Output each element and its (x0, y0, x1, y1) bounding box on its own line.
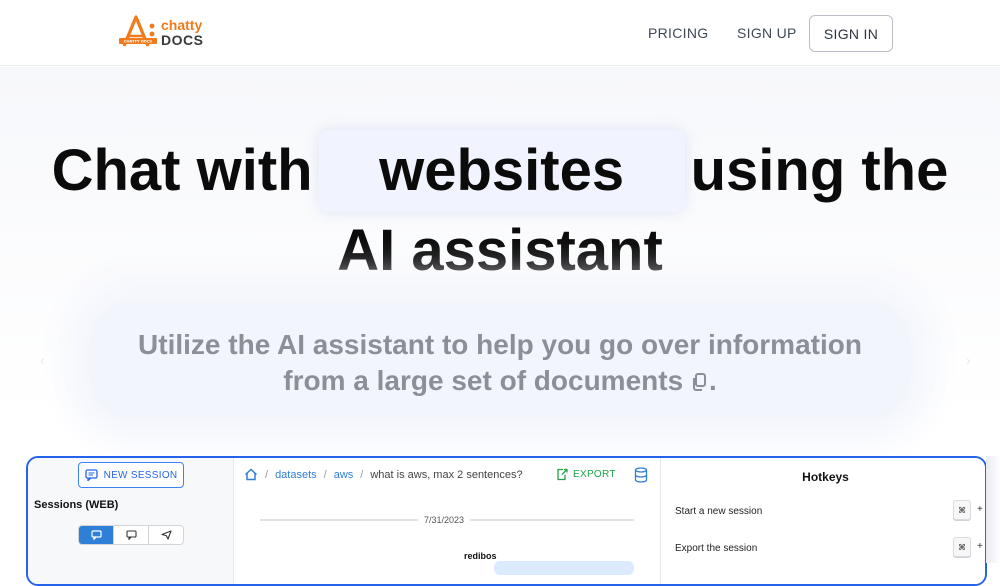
chevron-left-icon: ‹ (40, 352, 45, 368)
edge-shadow (986, 456, 1000, 563)
key-plus: + (977, 504, 983, 515)
headline-before: Chat with (51, 138, 313, 203)
key-cmd: ⌘ (953, 537, 971, 557)
subtitle-line2: from a large set of documents (283, 365, 684, 396)
chat-icon (90, 530, 102, 540)
breadcrumb-separator: / (265, 468, 269, 481)
hotkeys-panel: Hotkeys Start a new session ⌘ + S Export… (660, 458, 985, 584)
seg-send[interactable] (149, 526, 183, 544)
subtitle-line1: Utilize the AI assistant to help you go … (138, 329, 862, 360)
comments-icon (125, 530, 137, 540)
hero-headline: Chat with websites using the AI assistan… (0, 130, 1000, 290)
new-session-button[interactable]: NEW SESSION (78, 462, 184, 488)
breadcrumb-separator: / (323, 468, 327, 481)
hotkey-label: Start a new session (675, 506, 763, 517)
breadcrumb-aws[interactable]: aws (334, 469, 354, 481)
seg-chat[interactable] (79, 526, 114, 544)
breadcrumb-datasets[interactable]: datasets (275, 469, 317, 481)
logo-a-icon: CHATTY DOCS (119, 15, 157, 47)
key-cmd: ⌘ (953, 500, 971, 520)
nav-signup-link[interactable]: SIGN UP (737, 25, 797, 41)
database-icon[interactable] (634, 467, 648, 483)
breadcrumb-separator: / (360, 468, 364, 481)
rotating-word: websites (318, 130, 685, 212)
home-icon[interactable] (244, 468, 258, 481)
copy-icon (692, 373, 706, 391)
seg-comments[interactable] (114, 526, 149, 544)
export-icon (557, 468, 568, 481)
send-icon (160, 530, 172, 540)
hotkey-label: Export the session (675, 543, 758, 554)
app-preview: NEW SESSION Sessions (WEB) / datasets / … (26, 456, 987, 586)
logo-badge-text: CHATTY DOCS (124, 40, 153, 44)
chevron-right-icon: › (966, 352, 971, 368)
breadcrumb-current: what is aws, max 2 sentences? (370, 468, 523, 481)
logo-big-text: DOCS (161, 32, 204, 48)
date-label: 7/31/2023 (418, 515, 471, 525)
key-plus: + (977, 541, 983, 552)
new-session-label: NEW SESSION (103, 469, 178, 481)
export-label: EXPORT (573, 469, 616, 480)
breadcrumb: / datasets / aws / what is aws, max 2 se… (244, 468, 523, 481)
export-button[interactable]: EXPORT (556, 468, 616, 481)
hero-subtitle: Utilize the AI assistant to help you go … (90, 327, 910, 399)
sessions-title: Sessions (WEB) (34, 499, 119, 511)
subtitle-end: . (708, 365, 717, 396)
sessions-sidebar: NEW SESSION Sessions (WEB) (28, 458, 234, 584)
hotkey-row: Export the session ⌘ + E (675, 537, 983, 561)
logo[interactable]: CHATTY DOCS chatty DOCS (118, 14, 208, 50)
hotkeys-title: Hotkeys (802, 470, 849, 484)
chat-square-icon (84, 469, 98, 481)
sign-in-button[interactable]: SIGN IN (809, 15, 893, 52)
message-bubble (494, 561, 634, 575)
headline-after: using the (690, 138, 949, 203)
top-nav: CHATTY DOCS chatty DOCS PRICING SIGN UP … (0, 0, 1000, 66)
logo-small-text: chatty (161, 17, 203, 33)
hotkey-row: Start a new session ⌘ + S (675, 500, 983, 524)
message-user: redibos (464, 551, 497, 561)
headline-line2: AI assistant (337, 218, 663, 283)
nav-pricing-link[interactable]: PRICING (648, 25, 708, 41)
session-type-toggle (78, 525, 184, 545)
chat-panel: / datasets / aws / what is aws, max 2 se… (234, 458, 660, 584)
